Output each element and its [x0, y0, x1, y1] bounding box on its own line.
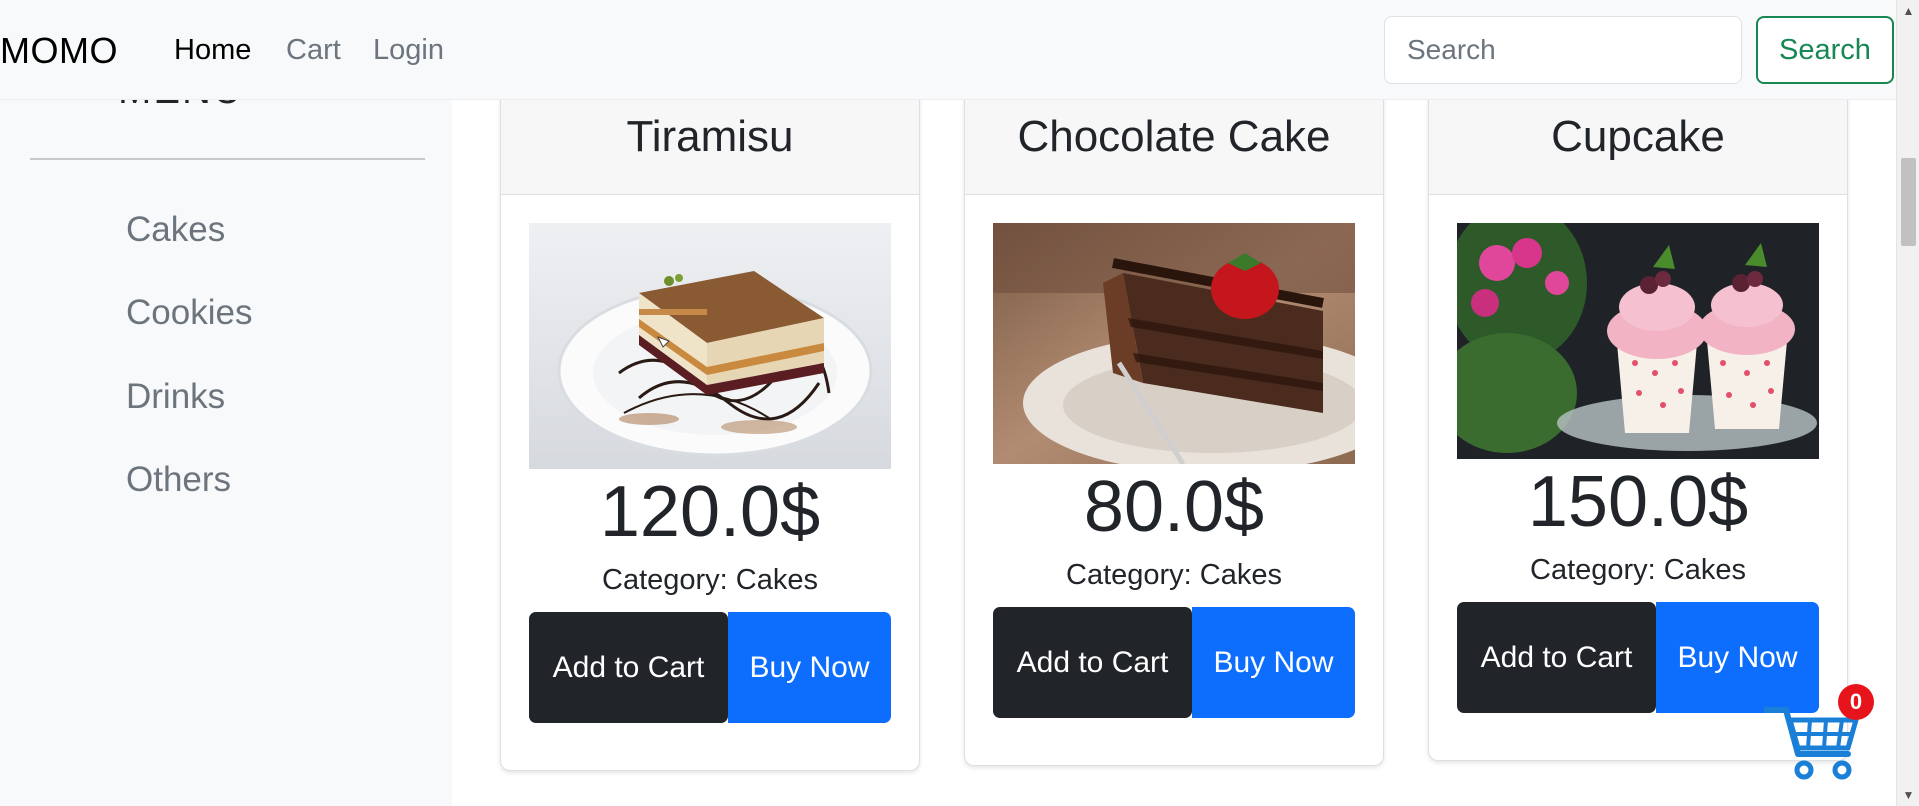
page: MOMO Home Cart Login Search MENU Cakes C… [0, 0, 1919, 806]
scroll-up-arrow-icon[interactable]: ▲ [1897, 0, 1919, 22]
product-category: Category: Cakes [1530, 554, 1746, 586]
product-category: Category: Cakes [602, 564, 818, 596]
sidebar-menu: MENU Cakes Cookies Drinks Others [0, 100, 452, 806]
add-to-cart-button[interactable]: Add to Cart [529, 612, 728, 723]
nav-link-login[interactable]: Login [373, 34, 444, 67]
product-price: 120.0$ [599, 472, 821, 552]
buy-now-button[interactable]: Buy Now [1656, 602, 1819, 713]
sidebar-item-cookies[interactable]: Cookies [126, 293, 252, 333]
product-price: 150.0$ [1527, 462, 1749, 542]
brand-logo[interactable]: MOMO [0, 30, 118, 72]
product-card-chocolate-cake: Chocolate Cake 80.0$ Category: Cakes Add… [964, 100, 1384, 766]
search-button[interactable]: Search [1756, 16, 1894, 84]
buy-now-button[interactable]: Buy Now [728, 612, 891, 723]
product-price: 80.0$ [1083, 467, 1265, 547]
sidebar-item-others[interactable]: Others [126, 460, 231, 500]
sidebar-item-cakes[interactable]: Cakes [126, 210, 225, 250]
add-to-cart-button[interactable]: Add to Cart [993, 607, 1192, 718]
menu-divider [30, 158, 425, 160]
product-grid: Tiramisu 120.0$ Category: Cakes Add to C… [452, 100, 1896, 806]
product-image-chocolate-cake[interactable] [993, 223, 1355, 464]
add-to-cart-button[interactable]: Add to Cart [1457, 602, 1656, 713]
nav-link-cart[interactable]: Cart [286, 34, 341, 67]
navbar: MOMO Home Cart Login Search [0, 0, 1896, 100]
product-title: Tiramisu [501, 100, 919, 195]
search-input[interactable] [1384, 16, 1742, 84]
product-card-cupcake: Cupcake 150.0$ Category: Cakes Add to Ca… [1428, 100, 1848, 761]
page-scrollbar[interactable]: ▲ ▼ [1896, 0, 1919, 806]
buy-now-button[interactable]: Buy Now [1192, 607, 1355, 718]
nav-link-home[interactable]: Home [174, 34, 251, 67]
cart-count-badge: 0 [1838, 684, 1874, 720]
product-image-cupcake[interactable] [1457, 223, 1819, 459]
product-title: Cupcake [1429, 100, 1847, 195]
scrollbar-thumb[interactable] [1901, 158, 1916, 246]
product-card-tiramisu: Tiramisu 120.0$ Category: Cakes Add to C… [500, 100, 920, 771]
product-title: Chocolate Cake [965, 100, 1383, 195]
product-image-tiramisu[interactable] [529, 223, 891, 469]
sidebar-item-drinks[interactable]: Drinks [126, 377, 225, 417]
scroll-down-arrow-icon[interactable]: ▼ [1897, 784, 1919, 806]
product-category: Category: Cakes [1066, 559, 1282, 591]
